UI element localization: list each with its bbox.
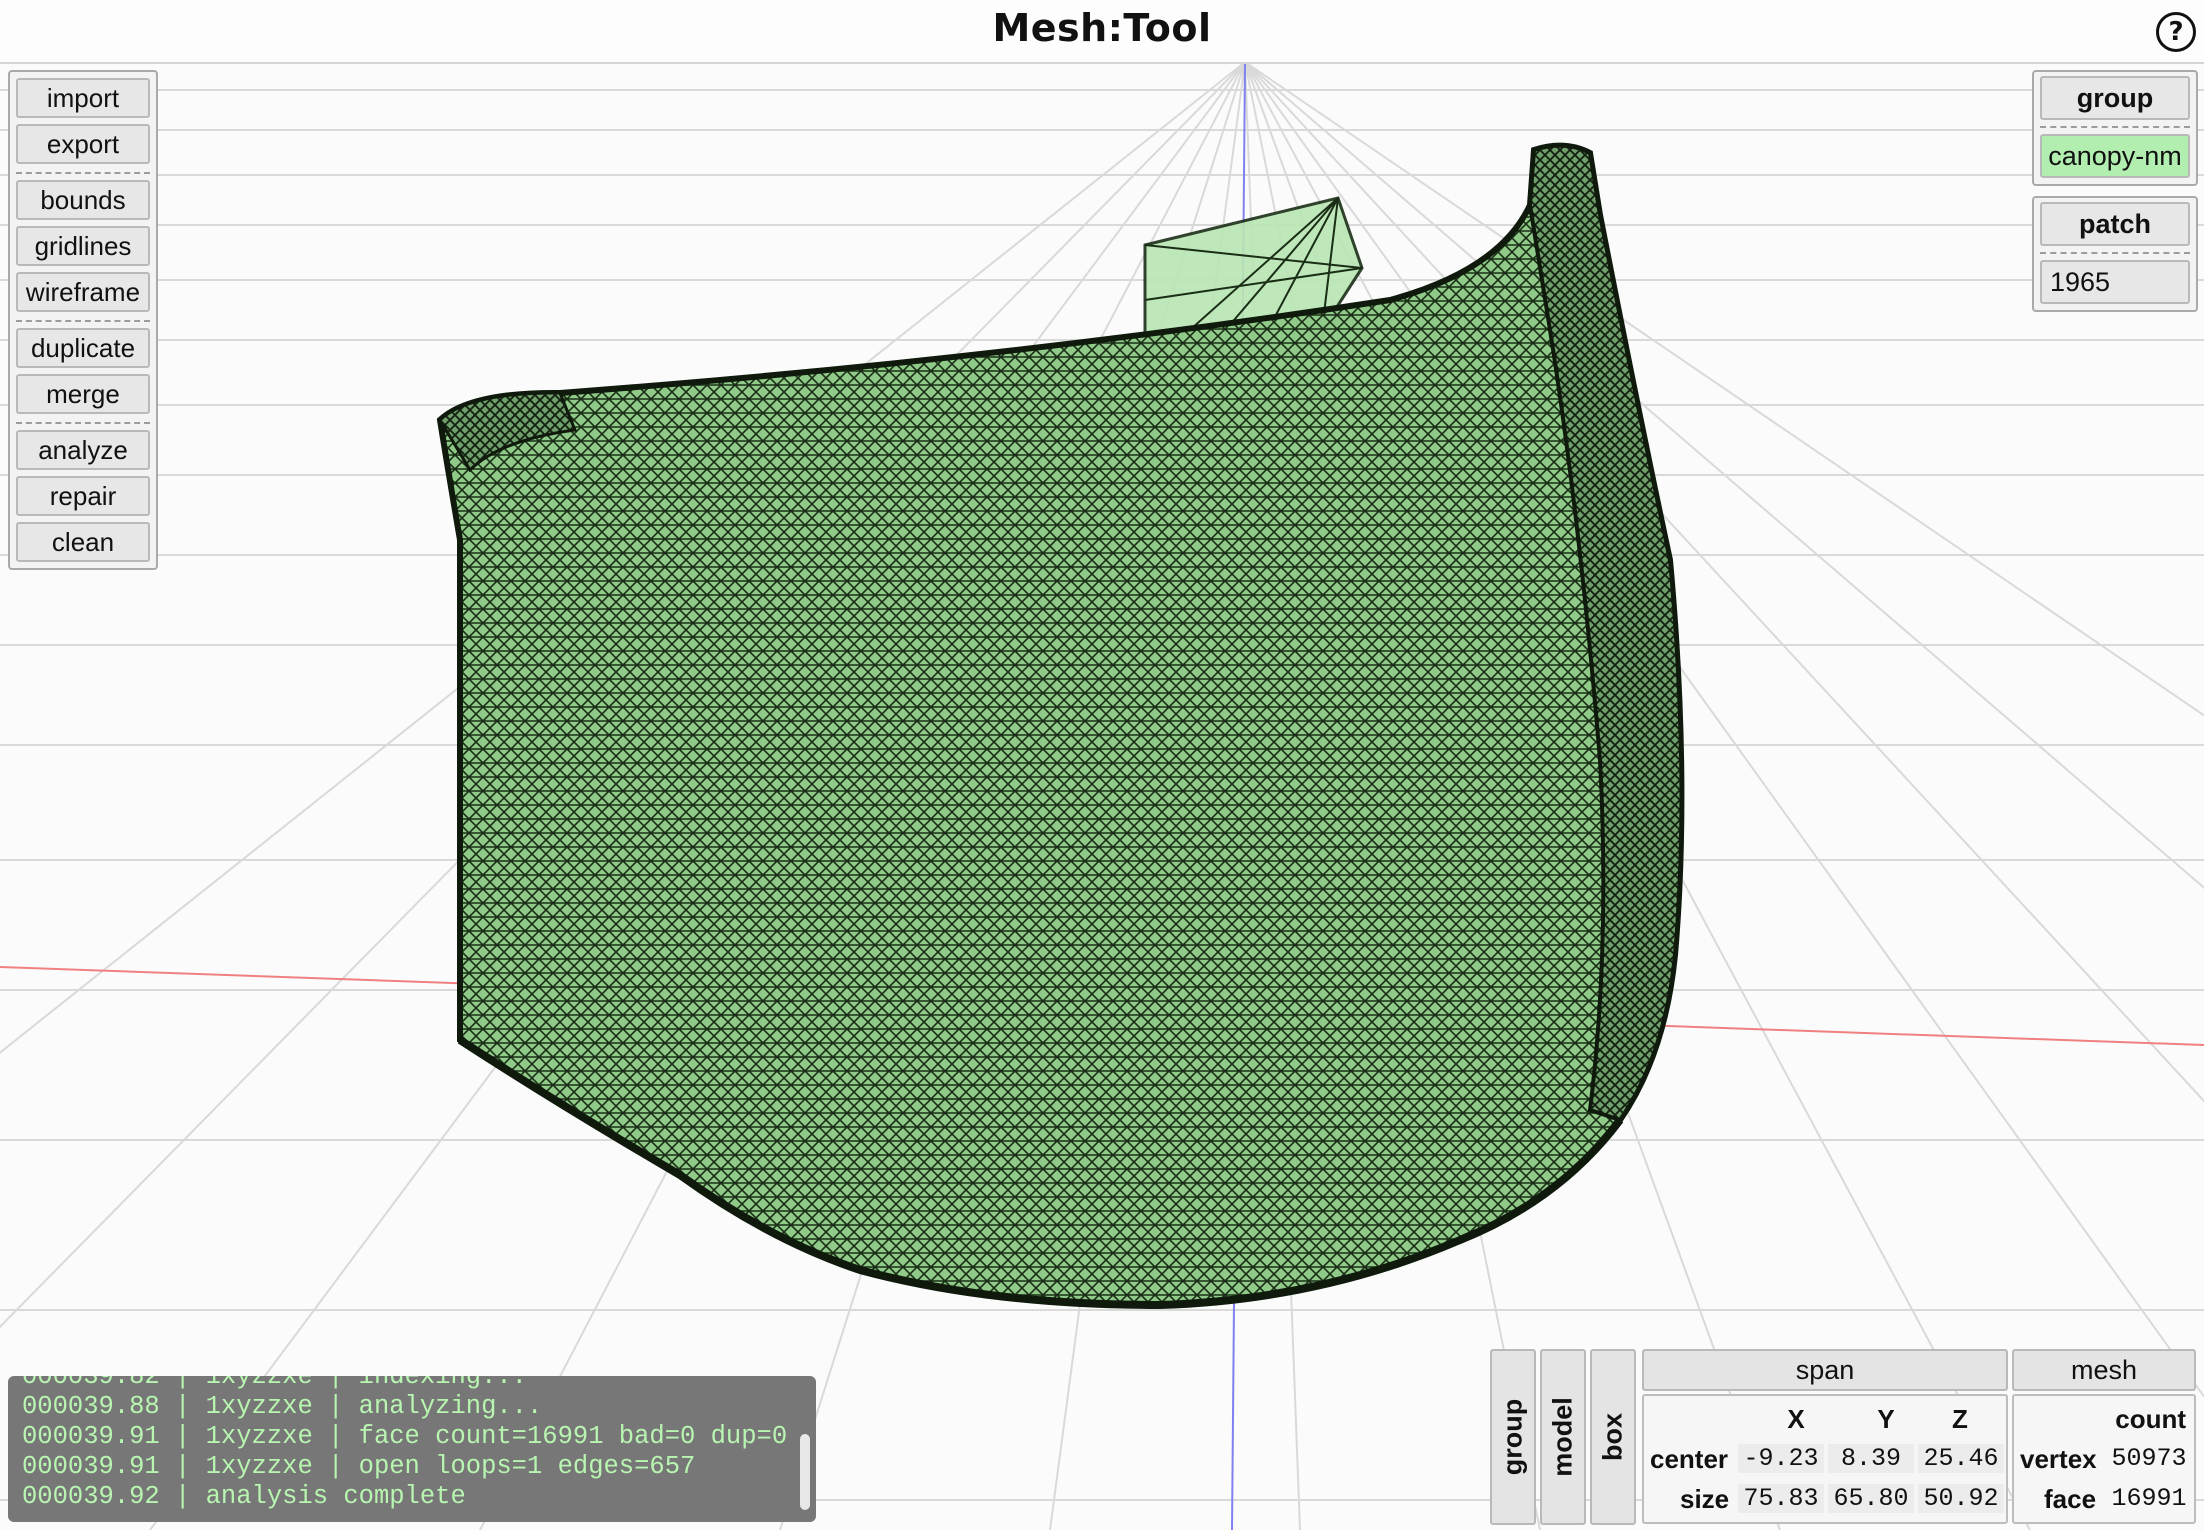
col-header-x: X	[1787, 1404, 1805, 1434]
patch-panel: patch 1965	[2032, 196, 2198, 312]
repair-button[interactable]: repair	[16, 476, 150, 516]
face-label: face	[2044, 1484, 2097, 1514]
bounds-button[interactable]: bounds	[16, 180, 150, 220]
span-header[interactable]: span	[1642, 1349, 2008, 1391]
center-y: 8.39	[1828, 1444, 1914, 1473]
size-x: 75.83	[1738, 1484, 1824, 1513]
app-title: Mesh:Tool	[992, 6, 1212, 50]
3d-viewport[interactable]	[0, 0, 2204, 1530]
gridlines-button[interactable]: gridlines	[16, 226, 150, 266]
center-label: center	[1650, 1444, 1729, 1474]
patch-divider	[2040, 252, 2190, 254]
count-header: count	[2115, 1404, 2186, 1434]
size-label: size	[1680, 1484, 1730, 1514]
toolbar-divider	[16, 422, 150, 424]
log-line: 000039.88 | 1xyzzxe | analyzing...	[22, 1392, 543, 1421]
log-line: 000039.92 | analysis complete	[22, 1482, 466, 1511]
tab-box[interactable]: box	[1590, 1349, 1636, 1525]
analyze-button[interactable]: analyze	[16, 430, 150, 470]
size-z: 50.92	[1918, 1484, 2004, 1513]
mesh-model	[436, 142, 1685, 1310]
wireframe-button[interactable]: wireframe	[16, 272, 150, 312]
clean-button[interactable]: clean	[16, 522, 150, 562]
log-line: 000039.82 | 1xyzzxe | indexing...	[22, 1376, 527, 1391]
center-x: -9.23	[1738, 1444, 1824, 1473]
vertex-count: 50973	[2111, 1444, 2187, 1473]
import-button[interactable]: import	[16, 78, 150, 118]
center-z: 25.46	[1918, 1444, 2004, 1473]
export-button[interactable]: export	[16, 124, 150, 164]
log-line: 000039.91 | 1xyzzxe | open loops=1 edges…	[22, 1452, 696, 1481]
help-icon[interactable]: ?	[2156, 12, 2196, 52]
console-scrollbar[interactable]	[800, 1434, 810, 1510]
vertex-label: vertex	[2020, 1444, 2097, 1474]
group-value[interactable]: canopy-nm	[2040, 134, 2190, 178]
face-count: 16991	[2111, 1484, 2187, 1513]
title-bar: Mesh:Tool ?	[0, 0, 2204, 64]
group-divider	[2040, 126, 2190, 128]
tab-group[interactable]: group	[1490, 1349, 1536, 1525]
mesh-table: count vertex 50973 face 16991	[2012, 1394, 2196, 1524]
patch-header-button[interactable]: patch	[2040, 202, 2190, 246]
duplicate-button[interactable]: duplicate	[16, 328, 150, 368]
group-panel: group canopy-nm	[2032, 70, 2198, 186]
toolbar-divider	[16, 320, 150, 322]
col-header-z: Z	[1952, 1404, 1968, 1434]
mesh-header[interactable]: mesh	[2012, 1349, 2196, 1391]
console-log[interactable]: 000039.82 | 1xyzzxe | indexing... 000039…	[8, 1376, 816, 1522]
span-table: X Y Z center -9.23 8.39 25.46 size 75.83…	[1642, 1394, 2008, 1524]
log-line: 000039.91 | 1xyzzxe | face count=16991 b…	[22, 1422, 788, 1451]
tab-model[interactable]: model	[1540, 1349, 1586, 1525]
patch-value[interactable]: 1965	[2040, 260, 2190, 304]
size-y: 65.80	[1828, 1484, 1914, 1513]
merge-button[interactable]: merge	[16, 374, 150, 414]
toolbar-divider	[16, 172, 150, 174]
group-header-button[interactable]: group	[2040, 76, 2190, 120]
tool-panel: import export bounds gridlines wireframe…	[8, 70, 158, 570]
